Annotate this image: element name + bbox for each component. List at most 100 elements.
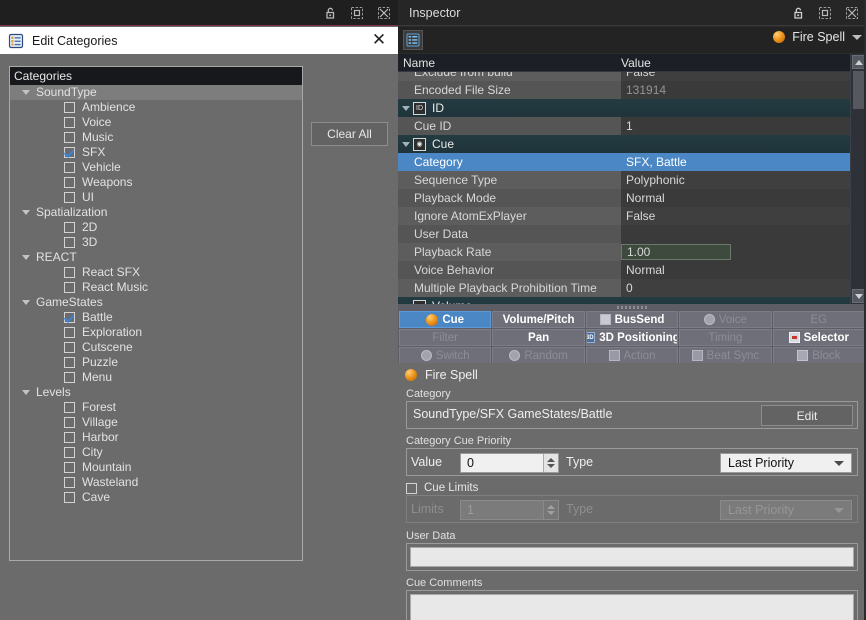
chevron-down-icon[interactable] — [402, 105, 410, 111]
tree-item-vehicle[interactable]: Vehicle — [10, 160, 302, 175]
close-icon[interactable]: ✕ — [370, 31, 388, 50]
tree-item-ui[interactable]: UI — [10, 190, 302, 205]
property-value[interactable]: Normal — [621, 189, 850, 207]
checkbox-unchecked[interactable] — [64, 222, 75, 233]
tree-item-village[interactable]: Village — [10, 415, 302, 430]
checkbox-unchecked[interactable] — [64, 177, 75, 188]
priority-value-input[interactable]: 0 — [461, 456, 543, 470]
checkbox-unchecked[interactable] — [64, 372, 75, 383]
tree-item-3d[interactable]: 3D — [10, 235, 302, 250]
tree-group-react[interactable]: REACT — [10, 250, 302, 265]
list-view-icon[interactable] — [403, 30, 423, 50]
checkbox-unchecked[interactable] — [64, 447, 75, 458]
chevron-down-icon[interactable] — [22, 300, 30, 305]
tree-item-battle[interactable]: Battle — [10, 310, 302, 325]
tab-bussend[interactable]: BusSend — [585, 311, 679, 328]
property-row[interactable]: Playback Rate 1.00 — [398, 243, 850, 261]
tab-pan[interactable]: Pan — [492, 329, 585, 346]
checkbox-unchecked[interactable] — [64, 282, 75, 293]
category-edit-button[interactable]: Edit — [761, 405, 853, 426]
property-value[interactable]: Normal — [621, 261, 850, 279]
tree-item-cave[interactable]: Cave — [10, 490, 302, 505]
tree-item-sfx[interactable]: SFX — [10, 145, 302, 160]
property-value[interactable]: 131914 — [621, 81, 850, 99]
tab-selector[interactable]: Selector — [772, 329, 865, 346]
property-row[interactable]: Ignore AtomExPlayer False — [398, 207, 850, 225]
checkbox-unchecked[interactable] — [64, 327, 75, 338]
checkbox-unchecked[interactable] — [64, 402, 75, 413]
property-row[interactable]: Exclude from build False — [398, 72, 850, 81]
tree-item-2d[interactable]: 2D — [10, 220, 302, 235]
property-value[interactable]: False — [621, 207, 850, 225]
checkbox-unchecked[interactable] — [64, 162, 75, 173]
tree-item-forest[interactable]: Forest — [10, 400, 302, 415]
checkbox-checked[interactable] — [64, 147, 75, 158]
chevron-down-icon[interactable] — [22, 210, 30, 215]
tree-item-mountain[interactable]: Mountain — [10, 460, 302, 475]
tree-group-gamestates[interactable]: GameStates — [10, 295, 302, 310]
checkbox-unchecked[interactable] — [64, 102, 75, 113]
tree-item-ambience[interactable]: Ambience — [10, 100, 302, 115]
panel-splitter[interactable] — [398, 304, 866, 310]
tree-item-exploration[interactable]: Exploration — [10, 325, 302, 340]
cue-selector-dropdown[interactable]: Fire Spell — [773, 30, 862, 44]
property-list[interactable]: Exclude from build False Encoded File Size… — [398, 72, 850, 304]
chevron-down-icon[interactable] — [22, 255, 30, 260]
tree-item-weapons[interactable]: Weapons — [10, 175, 302, 190]
user-data-input[interactable] — [410, 547, 854, 567]
property-section-volume[interactable]: ▰Volume — [398, 297, 850, 304]
checkbox-unchecked[interactable] — [64, 117, 75, 128]
checkbox-unchecked[interactable] — [64, 492, 75, 503]
tree-item-voice[interactable]: Voice — [10, 115, 302, 130]
chevron-down-icon[interactable] — [547, 464, 555, 468]
chevron-up-icon[interactable] — [547, 458, 555, 462]
tree-item-puzzle[interactable]: Puzzle — [10, 355, 302, 370]
categories-tree[interactable]: Categories SoundType Ambience Voice Music SF… — [9, 66, 303, 561]
property-value[interactable]: 1.00 — [621, 244, 731, 260]
property-section-cue[interactable]: ◉ Cue — [398, 135, 850, 153]
stepper-arrows[interactable] — [543, 454, 558, 472]
chevron-down-icon[interactable] — [402, 141, 410, 147]
clear-all-button[interactable]: Clear All — [311, 122, 388, 146]
close-window-icon[interactable] — [844, 5, 860, 21]
chevron-down-icon[interactable] — [22, 90, 30, 95]
property-value[interactable]: SFX, Battle — [621, 153, 850, 171]
checkbox-unchecked[interactable] — [64, 132, 75, 143]
chevron-down-icon[interactable] — [852, 34, 862, 40]
property-row[interactable]: User Data — [398, 225, 850, 243]
inspector-tab-grid[interactable]: Cue Volume/Pitch BusSend Voice EG Filter Pan 3D… — [398, 310, 866, 364]
tree-item-harbor[interactable]: Harbor — [10, 430, 302, 445]
chevron-down-icon[interactable] — [22, 390, 30, 395]
property-row[interactable]: Playback Mode Normal — [398, 189, 850, 207]
property-value[interactable]: False — [621, 72, 850, 81]
restore-icon[interactable] — [817, 5, 833, 21]
tree-group-spatialization[interactable]: Spatialization — [10, 205, 302, 220]
checkbox-checked[interactable] — [64, 312, 75, 323]
property-value[interactable]: 0 — [621, 279, 850, 297]
tree-group-soundtype[interactable]: SoundType — [10, 85, 302, 100]
property-row[interactable]: Sequence Type Polyphonic — [398, 171, 850, 189]
property-row[interactable]: Category SFX, Battle — [398, 153, 850, 171]
property-section-id[interactable]: ID ID — [398, 99, 850, 117]
property-value[interactable]: 1 — [621, 117, 850, 135]
tree-item-cutscene[interactable]: Cutscene — [10, 340, 302, 355]
tree-item-city[interactable]: City — [10, 445, 302, 460]
checkbox-unchecked[interactable] — [64, 477, 75, 488]
close-window-icon[interactable] — [376, 5, 392, 21]
property-value[interactable]: Polyphonic — [621, 171, 850, 189]
checkbox-unchecked[interactable] — [64, 267, 75, 278]
property-row[interactable]: Encoded File Size 131914 — [398, 81, 850, 99]
checkbox-unchecked[interactable] — [64, 417, 75, 428]
tree-item-menu[interactable]: Menu — [10, 370, 302, 385]
tree-group-levels[interactable]: Levels — [10, 385, 302, 400]
checkbox-unchecked[interactable] — [64, 192, 75, 203]
lock-icon[interactable] — [322, 5, 338, 21]
property-row[interactable]: Cue ID 1 — [398, 117, 850, 135]
tree-item-react-sfx[interactable]: React SFX — [10, 265, 302, 280]
checkbox-unchecked[interactable] — [64, 237, 75, 248]
restore-icon[interactable] — [349, 5, 365, 21]
cue-limits-checkbox[interactable]: Cue Limits — [406, 482, 478, 494]
priority-type-select[interactable]: Last Priority — [720, 453, 852, 473]
property-value[interactable] — [621, 225, 850, 243]
lock-icon[interactable] — [790, 5, 806, 21]
